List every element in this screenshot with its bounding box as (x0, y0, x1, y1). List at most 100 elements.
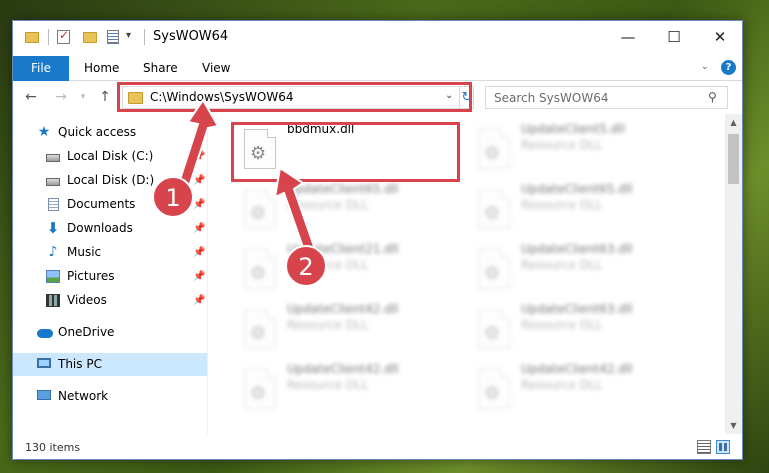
file-item[interactable]: ⚙ UpdateClient65.dll Resource DLL (472, 177, 697, 235)
pin-icon[interactable]: 📌 (193, 241, 205, 264)
file-name: UpdateClient42.dll (287, 302, 399, 316)
forward-arrow-icon[interactable]: → (51, 87, 71, 107)
sidebar-item-network[interactable]: Network (13, 385, 207, 408)
sidebar-item-label: Local Disk (C:) (67, 149, 154, 163)
tab-home[interactable]: Home (84, 56, 119, 81)
sidebar-item-label: Music (67, 245, 102, 259)
gear-icon: ⚙ (250, 203, 267, 224)
music-icon: ♪ (48, 244, 58, 260)
dll-file-icon: ⚙ (478, 129, 510, 169)
pin-icon[interactable]: 📌 (193, 169, 205, 192)
new-folder-icon[interactable] (83, 32, 97, 43)
sidebar-item-label: Network (58, 389, 109, 403)
sidebar-item-label: Documents (67, 197, 136, 211)
file-type: Resource DLL (521, 198, 603, 212)
file-item[interactable]: ⚙ UpdateClient5.dll Resource DLL (472, 117, 697, 175)
file-explorer-window: ▾ SysWOW64 — ☐ ✕ File Home Share View ⌄ … (12, 20, 743, 460)
sidebar-item-quick-access[interactable]: ★ Quick access (13, 121, 207, 144)
up-arrow-icon[interactable]: ↑ (95, 87, 115, 107)
address-path[interactable]: C:\Windows\SysWOW64 (150, 90, 294, 104)
scroll-up-icon[interactable]: ▲ (725, 114, 742, 131)
file-name: UpdateClient42.dll (287, 362, 399, 376)
file-item[interactable]: ⚙ UpdateClient42.dll Resource DLL (238, 297, 463, 355)
large-icons-view-icon[interactable] (716, 440, 730, 454)
this-pc-icon (37, 358, 51, 368)
file-type: Resource DLL (287, 378, 369, 392)
file-name: UpdateClient21.dll (287, 242, 399, 256)
pictures-icon (46, 270, 60, 283)
search-box[interactable]: ⚲ (485, 86, 728, 109)
scroll-down-icon[interactable]: ▼ (725, 417, 742, 434)
pin-icon[interactable]: 📌 (193, 265, 205, 288)
title-bar: ▾ SysWOW64 — ☐ ✕ (13, 21, 742, 53)
pin-icon[interactable]: 📌 (193, 193, 205, 216)
search-icon[interactable]: ⚲ (708, 90, 717, 104)
sidebar-item-label: This PC (58, 357, 102, 371)
drive-icon (46, 154, 60, 162)
minimize-button[interactable]: — (605, 21, 651, 53)
back-arrow-icon[interactable]: ← (21, 87, 41, 107)
file-type: Resource DLL (521, 258, 603, 272)
tab-view[interactable]: View (202, 56, 230, 81)
file-item[interactable]: ⚙ UpdateClient63.dll Resource DLL (472, 297, 697, 355)
sidebar-item-pictures[interactable]: Pictures 📌 (13, 265, 207, 288)
gear-icon: ⚙ (250, 383, 267, 404)
file-name: UpdateClient63.dll (521, 302, 633, 316)
drive-icon (46, 178, 60, 186)
tab-file[interactable]: File (13, 56, 69, 81)
sidebar-item-downloads[interactable]: ⬇ Downloads 📌 (13, 217, 207, 240)
tab-share[interactable]: Share (143, 56, 178, 81)
pin-icon[interactable]: 📌 (193, 145, 205, 168)
refresh-icon[interactable]: ↻ (459, 87, 474, 108)
file-name: UpdateClient65.dll (521, 182, 633, 196)
sidebar-item-videos[interactable]: Videos 📌 (13, 289, 207, 312)
scrollbar-thumb[interactable] (728, 134, 739, 184)
gear-icon: ⚙ (484, 263, 501, 284)
file-item-bbdmux[interactable]: ⚙ bbdmux.dll (238, 117, 463, 175)
file-item[interactable]: ⚙ UpdateClient63.dll Resource DLL (472, 237, 697, 295)
gear-icon: ⚙ (250, 323, 267, 344)
sidebar-item-label: OneDrive (58, 325, 115, 339)
file-type: Resource DLL (287, 198, 369, 212)
recent-locations-chevron-down-icon[interactable]: ▾ (73, 87, 93, 107)
file-item[interactable]: ⚙ UpdateClient42.dll Resource DLL (472, 357, 697, 415)
sidebar-item-label: Pictures (67, 269, 115, 283)
item-count: 130 items (25, 441, 81, 454)
gear-icon: ⚙ (484, 203, 501, 224)
maximize-button[interactable]: ☐ (651, 21, 697, 53)
sidebar-item-label: Local Disk (D:) (67, 173, 155, 187)
sidebar-item-local-disk-d[interactable]: Local Disk (D:) 📌 (13, 169, 207, 192)
sidebar-item-documents[interactable]: Documents 📌 (13, 193, 207, 216)
network-icon (37, 390, 51, 400)
videos-icon (46, 294, 60, 307)
download-icon: ⬇ (46, 219, 60, 237)
sidebar-item-music[interactable]: ♪ Music 📌 (13, 241, 207, 264)
address-bar[interactable]: C:\Windows\SysWOW64 ⌄ ↻ (122, 86, 474, 109)
sidebar-item-this-pc[interactable]: This PC (13, 353, 207, 376)
expand-ribbon-chevron-down-icon[interactable]: ⌄ (701, 62, 709, 72)
dll-file-icon: ⚙ (244, 189, 276, 229)
file-item[interactable]: ⚙ UpdateClient42.dll Resource DLL (238, 357, 463, 415)
customize-toolbar-chevron-down-icon[interactable]: ▾ (126, 30, 131, 41)
pin-icon[interactable]: 📌 (193, 289, 205, 312)
help-button[interactable]: ? (721, 60, 736, 75)
search-input[interactable] (486, 87, 696, 108)
documents-icon (48, 198, 59, 211)
properties-icon[interactable] (107, 30, 119, 44)
file-item[interactable]: ⚙ UpdateClient65.dll Resource DLL (238, 177, 463, 235)
vertical-scrollbar[interactable]: ▲ ▼ (725, 114, 742, 434)
dll-file-icon: ⚙ (244, 249, 276, 289)
properties-check-icon[interactable] (57, 28, 70, 44)
file-name: UpdateClient42.dll (521, 362, 633, 376)
dll-file-icon: ⚙ (244, 129, 276, 169)
details-view-icon[interactable] (697, 440, 711, 454)
sidebar-item-onedrive[interactable]: OneDrive (13, 321, 207, 344)
file-item[interactable]: ⚙ UpdateClient21.dll Resource DLL (238, 237, 463, 295)
address-history-chevron-down-icon[interactable]: ⌄ (445, 90, 453, 101)
dll-file-icon: ⚙ (244, 309, 276, 349)
file-name: bbdmux.dll (287, 122, 355, 136)
close-button[interactable]: ✕ (697, 21, 742, 53)
pin-icon[interactable]: 📌 (193, 217, 205, 240)
onedrive-icon (37, 329, 53, 338)
sidebar-item-local-disk-c[interactable]: Local Disk (C:) 📌 (13, 145, 207, 168)
